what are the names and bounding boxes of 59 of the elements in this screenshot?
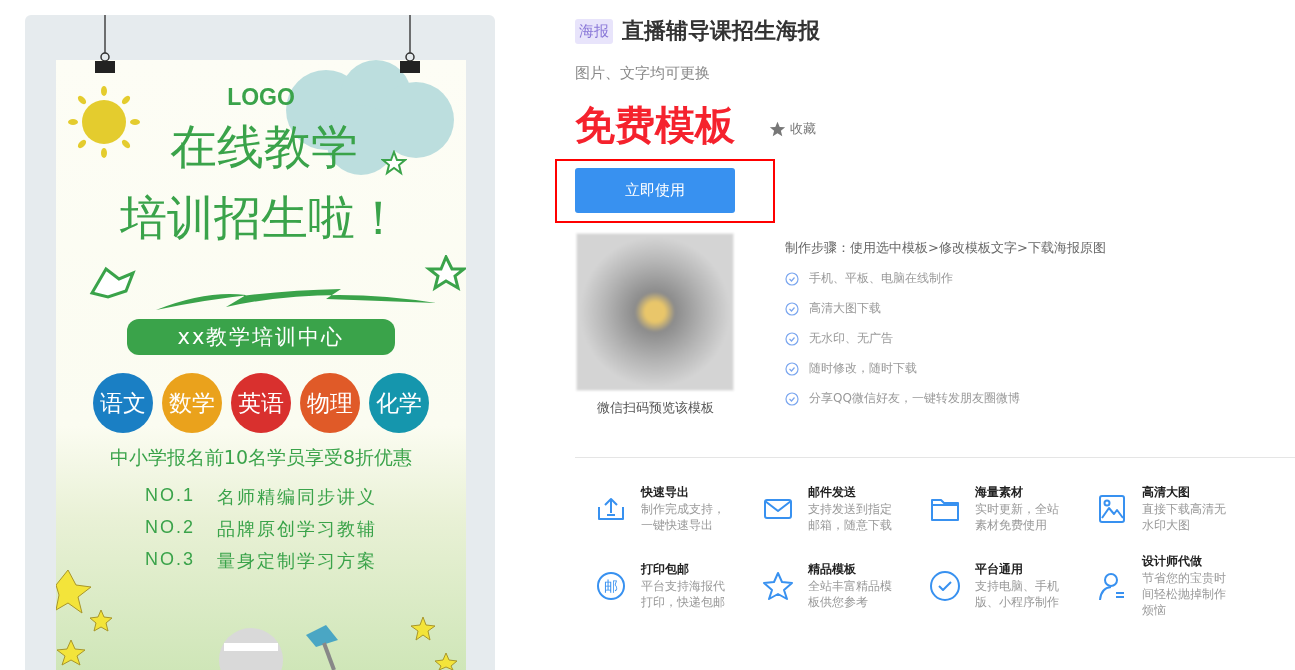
poster-headline: 培训招生啦！ <box>120 194 402 241</box>
highlight-text: 品牌原创学习教辅 <box>217 517 377 541</box>
subject-circle: 数学 <box>162 373 222 433</box>
check-circle-icon <box>785 331 799 346</box>
feature-title: 海量素材 <box>975 484 1024 501</box>
star-outline-icon <box>762 569 794 602</box>
benefit-text: 分享QQ微信好友，一键转发朋友圈微博 <box>809 390 1020 407</box>
check-circle-icon <box>785 391 799 406</box>
category-tag: 海报 <box>575 18 613 44</box>
poster-offer-text: 中小学报名前10名学员享受8折优惠 <box>109 445 413 470</box>
sun-drawing <box>68 86 140 158</box>
check-circle-icon <box>929 569 961 602</box>
poster-banner: xx教学培训中心 <box>127 319 395 355</box>
benefit-text: 手机、平板、电脑在线制作 <box>809 270 953 287</box>
feature-title: 设计师代做 <box>1142 553 1203 570</box>
check-circle-icon <box>785 271 799 286</box>
subject-circle: 语文 <box>93 373 153 433</box>
feature-description: 直接下载高清无水印大图 <box>1142 501 1227 533</box>
feature-description: 制作完成支持，一键快速导出 <box>641 501 726 533</box>
binder-clip-icon <box>93 15 117 75</box>
benefit-text: 随时修改，随时下载 <box>809 360 917 377</box>
subject-circle: 英语 <box>231 373 291 433</box>
image-icon <box>1096 492 1128 525</box>
template-title: 直播辅导课招生海报 <box>622 17 820 45</box>
highlight-text: 名师精编同步讲义 <box>217 485 377 509</box>
feature-description: 实时更新，全站素材免费使用 <box>975 501 1060 533</box>
feature-title: 快速导出 <box>641 484 690 501</box>
star-icon <box>381 150 407 176</box>
favorite-link[interactable]: 收藏 <box>790 120 816 138</box>
feature-description: 节省您的宝贵时间轻松抛掉制作烦恼 <box>1142 570 1227 618</box>
binder-clip-icon <box>398 15 422 75</box>
use-now-button[interactable]: 立即使用 <box>575 168 735 213</box>
highlight-number: NO.2 <box>145 517 195 539</box>
star-icon <box>769 120 786 138</box>
feature-description: 支持发送到指定邮箱，随意下载 <box>808 501 893 533</box>
highlight-text: 量身定制学习方案 <box>217 549 377 573</box>
template-subtitle: 图片、文字均可更换 <box>575 64 711 83</box>
steps-text: 制作步骤：使用选中模板>修改模板文字>下载海报原图 <box>785 239 1106 257</box>
circled-character-icon: 邮 <box>595 569 627 602</box>
benefit-text: 无水印、无广告 <box>809 330 893 347</box>
highlight-number: NO.1 <box>145 485 195 507</box>
highlight-number: NO.3 <box>145 549 195 571</box>
feature-title: 高清大图 <box>1142 484 1191 501</box>
feature-description: 平台支持海报代打印，快递包邮 <box>641 578 726 610</box>
poster-headline: 在线教学 <box>170 123 358 170</box>
feature-description: 全站丰富精品模板供您参考 <box>808 578 893 610</box>
feature-title: 平台通用 <box>975 561 1024 578</box>
feature-title: 精品模板 <box>808 561 857 578</box>
check-circle-icon <box>785 301 799 316</box>
price-label: 免费模板 <box>575 105 735 145</box>
subject-circle: 化学 <box>369 373 429 433</box>
benefit-text: 高清大图下载 <box>809 300 881 317</box>
feature-description: 支持电脑、手机版、小程序制作 <box>975 578 1060 610</box>
feature-title: 打印包邮 <box>641 561 690 578</box>
feature-title: 邮件发送 <box>808 484 857 501</box>
qr-caption: 微信扫码预览该模板 <box>596 399 714 417</box>
poster-logo-text: LOGO <box>227 84 295 111</box>
subject-circle: 物理 <box>300 373 360 433</box>
check-circle-icon <box>785 361 799 376</box>
